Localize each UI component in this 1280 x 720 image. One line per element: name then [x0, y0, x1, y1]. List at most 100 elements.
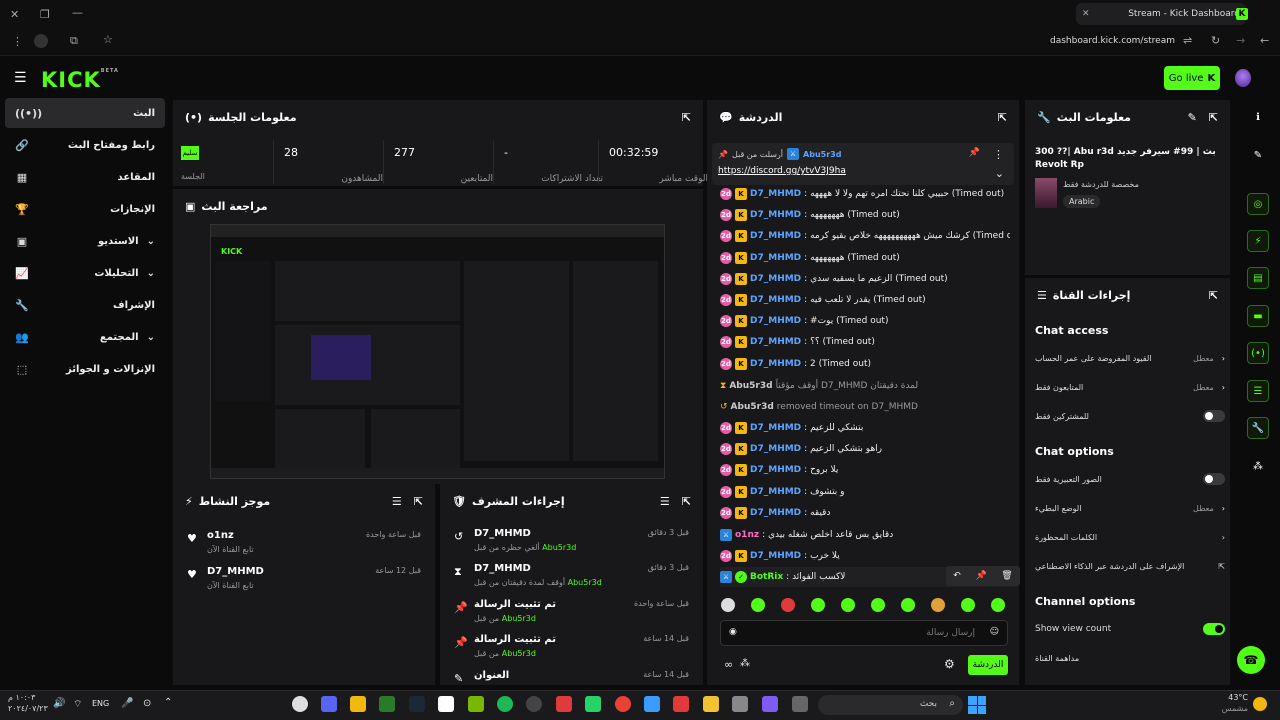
chat-message[interactable]: 2d K D7_MHMD : يلا خرب [720, 546, 1010, 566]
reply-icon[interactable]: ↶ [953, 571, 961, 581]
popout-icon[interactable]: ⇱ [682, 111, 691, 124]
minimize-icon[interactable]: — [72, 6, 83, 19]
option-emotes-only[interactable]: الصور التعبيرية فقط [1035, 469, 1225, 489]
chat-username[interactable]: D7_MHMD [750, 210, 801, 220]
tab-close-icon[interactable]: ✕ [1082, 9, 1090, 19]
settings-app-icon[interactable] [292, 696, 308, 712]
chevron-up-icon[interactable]: ⌃ [164, 697, 172, 708]
close-icon[interactable]: ✕ [10, 8, 19, 21]
chat-message[interactable]: 2d K D7_MHMD: 2 (Timed out) [720, 354, 1010, 374]
filter-icon[interactable]: ☰ [660, 495, 670, 508]
clock[interactable]: ١٠:٠٣ م ٢٠٢٤/٠٧/٢٣ [8, 692, 48, 714]
subscribers-only-toggle[interactable] [1203, 410, 1225, 422]
volume-icon[interactable]: 🔊 [53, 698, 65, 709]
task-view-icon[interactable] [792, 696, 808, 712]
bookmark-star-icon[interactable]: ☆ [103, 33, 113, 46]
dots-icon[interactable]: ⁂ [740, 658, 750, 669]
support-icon[interactable]: ☎ [1237, 646, 1265, 674]
app-icon[interactable] [644, 696, 660, 712]
spotify-app-icon[interactable] [497, 696, 513, 712]
go-live-button[interactable]: Go live K [1164, 66, 1220, 90]
category-thumbnail[interactable] [1035, 178, 1057, 208]
emote-icon[interactable] [781, 598, 795, 612]
emote-icon[interactable] [961, 598, 975, 612]
chat-username[interactable]: D7_MHMD [750, 253, 801, 263]
pinned-link[interactable]: https://discord.gg/ytvV3J9ha [718, 166, 846, 176]
filter-icon[interactable]: ☰ [392, 495, 402, 508]
smiley-icon[interactable]: ☺ [990, 627, 999, 637]
emote-icon[interactable] [841, 598, 855, 612]
chat-username[interactable]: D7_MHMD [750, 444, 801, 454]
chat-username[interactable]: D7_MHMD [750, 487, 801, 497]
url-field[interactable]: dashboard.kick.com/stream [1040, 36, 1175, 46]
pin-icon[interactable]: 📌 [975, 571, 986, 581]
store-app-icon[interactable] [732, 696, 748, 712]
option-account-age[interactable]: القيود المفروضة على عمر الحساب معطل › [1035, 348, 1225, 368]
copilot-icon[interactable] [762, 696, 778, 712]
chevron-down-icon[interactable]: ⌄ [995, 167, 1004, 180]
chat-message[interactable]: ⚔ o1nz : دقايق بس قاعد اخلص شغله بيدي [720, 525, 1010, 545]
app-icon[interactable] [673, 696, 689, 712]
emotes-only-toggle[interactable] [1203, 473, 1225, 485]
popout-icon[interactable]: ⇱ [414, 495, 423, 508]
restore-icon[interactable]: ❐ [40, 8, 50, 21]
unpin-icon[interactable]: 📌 [969, 148, 980, 158]
chat-message[interactable]: 2d K D7_MHMD: هههههههه (Timed out) [720, 205, 1010, 225]
emote-icon[interactable] [811, 598, 825, 612]
app-icon[interactable] [556, 696, 572, 712]
whatsapp-app-icon[interactable] [585, 696, 601, 712]
steam-app-icon[interactable] [409, 696, 425, 712]
popout-icon[interactable]: ⇱ [998, 111, 1007, 124]
chat-message[interactable]: 2d K D7_MHMD: و بتشوف [720, 482, 1010, 502]
nvidia-app-icon[interactable] [468, 696, 484, 712]
trash-icon[interactable]: 🗑 [1001, 571, 1012, 581]
sidebar-item-drops[interactable]: ⬚ الإنزالات و الجوائز [5, 354, 165, 384]
popout-icon[interactable]: ⇱ [1209, 289, 1218, 302]
menu-dots-icon[interactable]: ⋮ [12, 35, 23, 48]
avatar[interactable] [1235, 69, 1251, 87]
app-icon[interactable] [379, 696, 395, 712]
discord-app-icon[interactable] [321, 696, 337, 712]
infinity-icon[interactable]: ∞ [724, 658, 733, 671]
site-settings-icon[interactable]: ⇌ [1183, 34, 1192, 47]
option-raid-channel[interactable]: مداهمة القناة [1035, 648, 1225, 668]
chat-bubble-icon[interactable]: ▬ [1247, 305, 1269, 327]
forward-icon[interactable]: → [1236, 34, 1245, 47]
option-followers-only[interactable]: المتابعون فقط معطل › [1035, 377, 1225, 397]
document-icon[interactable]: ▤ [1247, 267, 1269, 289]
chat-username[interactable]: D7_MHMD [750, 337, 801, 347]
profile-icon[interactable] [34, 34, 48, 48]
lightning-icon[interactable]: ⚡ [1247, 230, 1269, 252]
info-icon[interactable]: ℹ [1247, 106, 1269, 128]
language-indicator[interactable]: ENG [92, 699, 109, 708]
chat-username[interactable]: D7_MHMD [750, 359, 801, 369]
option-banned-words[interactable]: الكلمات المحظورة › [1035, 527, 1225, 547]
epic-app-icon[interactable] [438, 696, 454, 712]
send-chat-button[interactable]: الدردشة [968, 655, 1008, 675]
sidebar-item-stream-key[interactable]: 🔗 رابط ومفتاح البث [5, 130, 165, 160]
dots-icon[interactable]: ⁂ [1247, 455, 1269, 477]
hotspot-icon[interactable]: ⊙ [143, 698, 151, 709]
show-view-count-toggle[interactable] [1203, 623, 1225, 635]
sidebar-item-dashboard[interactable]: ▦ المقاعد [5, 162, 165, 192]
popout-icon[interactable]: ⇱ [682, 495, 691, 508]
chat-message[interactable]: 2d K D7_MHMD: ؟؟ (Timed out) [720, 332, 1010, 352]
option-subscribers-only[interactable]: للمشتركين فقط [1035, 406, 1225, 426]
edit-icon[interactable]: ✎ [1188, 111, 1197, 124]
sidebar-item-studio[interactable]: ▣ الاستديو ⌄ [5, 226, 165, 256]
wifi-icon[interactable]: ⌔ [73, 698, 82, 711]
gear-icon[interactable]: ⚙ [944, 657, 955, 671]
chat-username[interactable]: D7_MHMD [750, 316, 801, 326]
extensions-icon[interactable]: ⧉ [70, 34, 78, 48]
emote-icon[interactable] [871, 598, 885, 612]
list-icon[interactable]: ☰ [1247, 380, 1269, 402]
weather-widget[interactable]: 43°C مشمس [1220, 692, 1248, 714]
chat-message[interactable]: 2d K D7_MHMD: دقيقه [720, 503, 1010, 523]
browser-tab[interactable]: ✕ Stream - Kick Dashboard [1076, 3, 1246, 25]
pinned-message[interactable]: 📌 أرسلت من قبل ⚔ Abu5r3d https://discord… [712, 143, 1014, 185]
reload-icon[interactable]: ↻ [1211, 34, 1220, 47]
mic-icon[interactable]: 🎤 [121, 698, 133, 709]
sidebar-item-stream[interactable]: ((•)) البث [5, 98, 165, 128]
sidebar-item-analytics[interactable]: 📈 التحليلات ⌄ [5, 258, 165, 288]
chat-message[interactable]: 2d K D7_MHMD: راهو بتشكي الزعيم [720, 439, 1010, 459]
